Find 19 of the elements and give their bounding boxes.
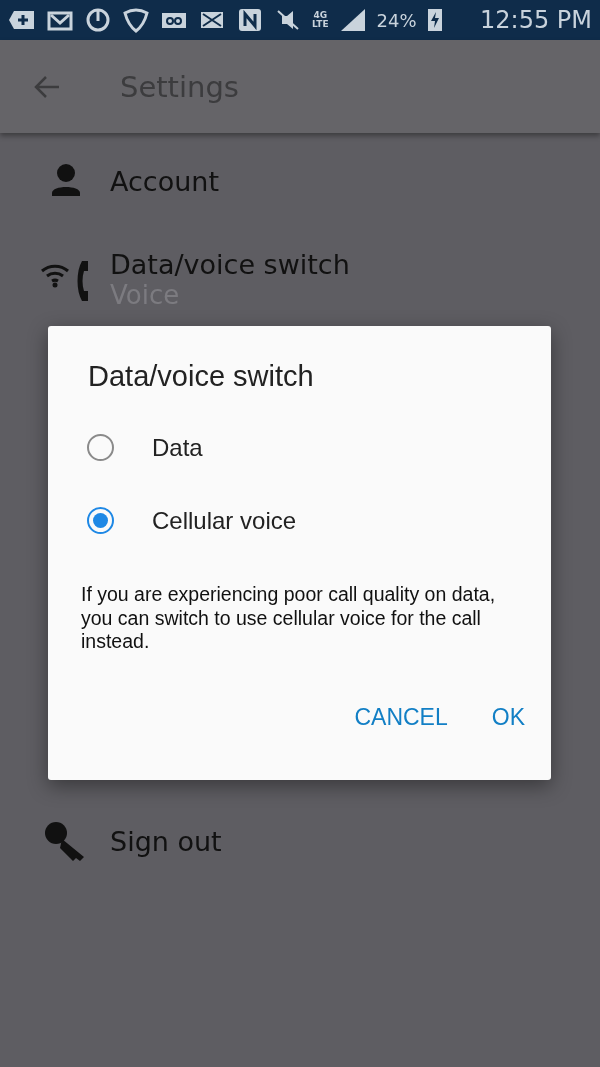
- network-sub: LTE: [312, 20, 329, 29]
- nfc-icon: [236, 7, 264, 33]
- power-icon: [84, 7, 112, 33]
- network-type: 4G: [313, 11, 328, 20]
- option-label[interactable]: Cellular voice: [152, 506, 297, 535]
- setting-title[interactable]: Account: [110, 165, 219, 197]
- radio-button[interactable]: [87, 507, 114, 534]
- radio-button[interactable]: [87, 434, 114, 461]
- dialog-message: If you are experiencing poor call quality on data, you can switch to use cellular voice for the call instead.: [81, 583, 497, 654]
- dialog-title: Data/voice switch: [88, 360, 315, 393]
- cancel-button[interactable]: CANCEL: [342, 693, 460, 741]
- clock: 12:55 PM: [480, 6, 592, 34]
- shield-icon: [122, 7, 150, 33]
- setting-title[interactable]: Sign out: [110, 825, 222, 857]
- battery-charging-icon: [426, 8, 443, 32]
- setting-title[interactable]: Data/voice switch: [110, 248, 350, 280]
- battery-percent: 24%: [376, 9, 417, 31]
- ok-button[interactable]: OK: [479, 693, 537, 741]
- option-label[interactable]: Data: [152, 433, 203, 462]
